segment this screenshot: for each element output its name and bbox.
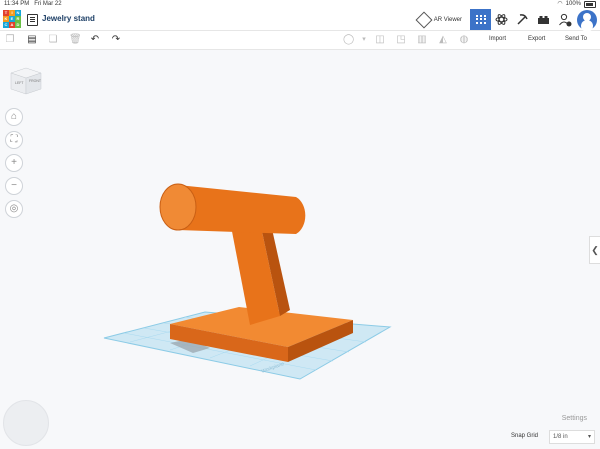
snap-grid-select[interactable]: 1/8 in ▾ (549, 430, 595, 444)
bar-body[interactable] (178, 185, 306, 234)
bar-end-cap[interactable] (159, 183, 197, 231)
snap-grid-label: Snap Grid (511, 433, 539, 439)
collapse-panel-button[interactable]: ❮ (589, 236, 600, 264)
settings-button[interactable]: Settings (562, 415, 587, 422)
view-joystick[interactable] (3, 400, 49, 446)
chevron-down-icon: ▾ (587, 434, 591, 440)
chevron-left-icon: ❮ (591, 245, 599, 255)
snap-grid-value: 1/8 in (553, 434, 568, 440)
design-canvas[interactable]: Workplane (0, 0, 600, 449)
